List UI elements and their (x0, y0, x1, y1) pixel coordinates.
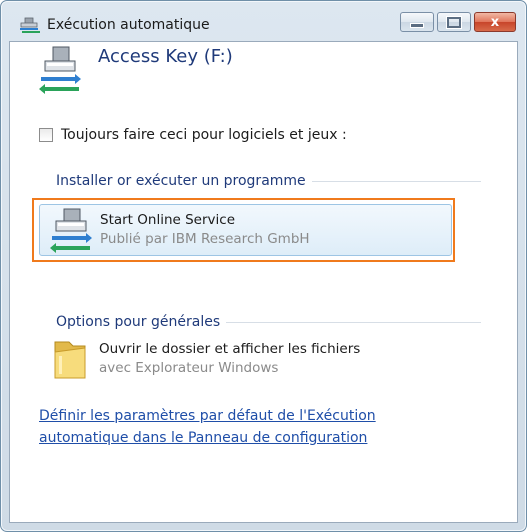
section-divider (226, 321, 481, 323)
autoplay-window: Exécution automatique x Access Key (F:) … (0, 0, 527, 532)
open-folder-option[interactable]: Ouvrir le dossier et afficher les fichie… (39, 334, 452, 386)
removable-drive-icon (39, 46, 81, 94)
option-subtitle: avec Explorateur Windows (99, 360, 279, 376)
minimize-button[interactable] (400, 12, 434, 32)
window-controls: x (400, 12, 516, 32)
general-section-title: Options pour générales (56, 314, 221, 330)
option-title: Start Online Service (100, 212, 235, 228)
folder-icon (54, 341, 86, 379)
always-do-this-row[interactable]: Toujours faire ceci pour logiciels et je… (39, 127, 347, 143)
general-section-header: Options pour générales (56, 312, 481, 332)
option-publisher: Publié par IBM Research GmbH (100, 231, 310, 247)
always-do-this-label: Toujours faire ceci pour logiciels et je… (61, 127, 347, 143)
install-section-title: Installer or exécuter un programme (56, 173, 306, 189)
window-title: Exécution automatique (47, 17, 210, 33)
section-divider (311, 180, 481, 182)
maximize-button[interactable] (437, 12, 471, 32)
removable-drive-icon (50, 208, 92, 253)
autoplay-icon (20, 17, 40, 33)
dialog-content (9, 41, 518, 523)
option-title: Ouvrir le dossier et afficher les fichie… (99, 341, 361, 357)
close-button[interactable]: x (474, 12, 516, 32)
always-do-this-checkbox[interactable] (39, 128, 53, 142)
autoplay-settings-link[interactable]: Définir les paramètres par défaut de l'E… (39, 405, 469, 449)
start-online-service-option[interactable]: Start Online Service Publié par IBM Rese… (39, 204, 452, 256)
drive-name: Access Key (F:) (98, 46, 233, 67)
install-section-header: Installer or exécuter un programme (56, 171, 481, 191)
title-bar[interactable]: Exécution automatique x (9, 9, 518, 39)
